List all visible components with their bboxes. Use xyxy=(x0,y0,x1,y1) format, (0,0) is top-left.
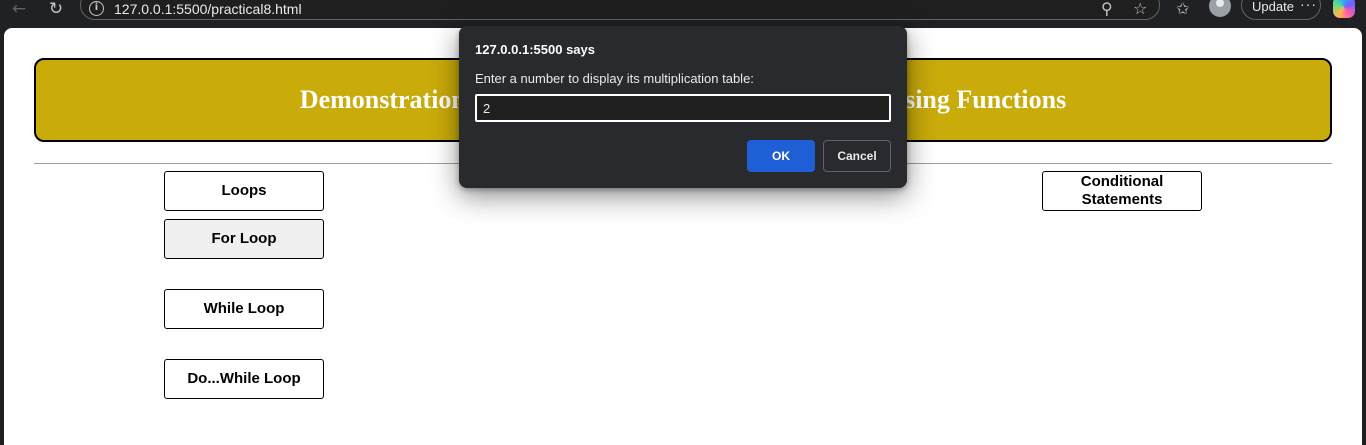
prompt-dialog: 127.0.0.1:5500 says Enter a number to di… xyxy=(459,26,907,188)
address-bar[interactable]: i 127.0.0.1:5500/practical8.html xyxy=(80,0,1160,20)
reload-icon[interactable]: ↻ xyxy=(45,0,67,19)
conditional-label-line2: Statements xyxy=(1081,191,1163,208)
prompt-input[interactable] xyxy=(475,94,891,122)
cancel-button[interactable]: Cancel xyxy=(823,140,891,172)
site-info-icon[interactable]: i xyxy=(89,1,104,16)
for-loop-button[interactable]: For Loop xyxy=(164,219,324,259)
dialog-title: 127.0.0.1:5500 says xyxy=(475,42,595,57)
update-label: Update xyxy=(1252,0,1294,14)
url-text[interactable]: 127.0.0.1:5500/practical8.html xyxy=(114,1,302,17)
conditional-statements-button[interactable]: Conditional Statements xyxy=(1042,171,1202,211)
update-button[interactable]: Update ··· xyxy=(1241,0,1321,20)
profile-avatar[interactable] xyxy=(1209,0,1231,17)
browser-toolbar: ← ↻ i 127.0.0.1:5500/practical8.html ⚲ ☆… xyxy=(0,0,1366,28)
loops-button[interactable]: Loops xyxy=(164,171,324,211)
favorite-star-icon[interactable]: ☆ xyxy=(1133,0,1147,18)
while-loop-button[interactable]: While Loop xyxy=(164,289,324,329)
dialog-message: Enter a number to display its multiplica… xyxy=(475,71,754,86)
conditional-label-line1: Conditional xyxy=(1080,173,1164,190)
more-menu-icon[interactable]: ··· xyxy=(1300,0,1317,12)
zoom-icon[interactable]: ⚲ xyxy=(1101,0,1113,18)
do-while-loop-button[interactable]: Do...While Loop xyxy=(164,359,324,399)
copilot-icon[interactable] xyxy=(1333,0,1355,18)
back-arrow-icon[interactable]: ← xyxy=(8,0,30,19)
ok-button[interactable]: OK xyxy=(747,140,815,172)
favorites-list-icon[interactable]: ✩ xyxy=(1176,0,1189,18)
